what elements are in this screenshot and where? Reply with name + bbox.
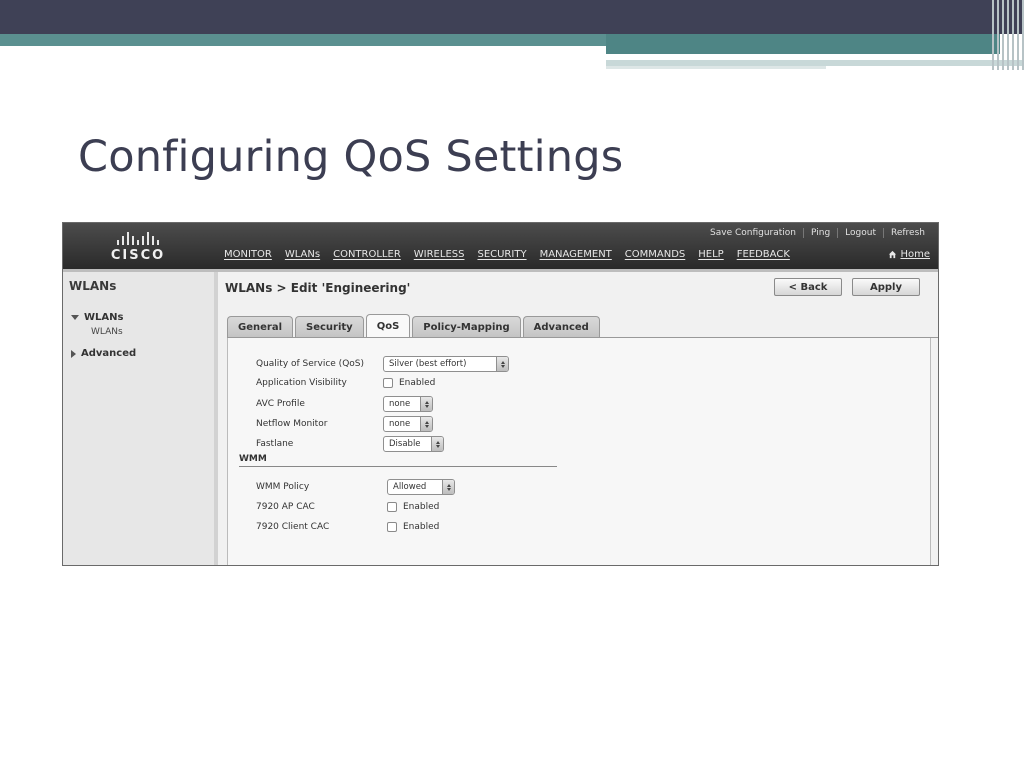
avc-profile-label: AVC Profile <box>256 399 305 409</box>
slide-top-band <box>0 0 1024 34</box>
slide: Configuring QoS Settings CISCO Save Conf… <box>0 0 1024 768</box>
home-link-label: Home <box>900 249 930 260</box>
avc-profile-row: AVC Profile none <box>256 396 433 412</box>
apply-button[interactable]: Apply <box>852 278 920 296</box>
slide-teal-band-right <box>606 34 1000 54</box>
nav-wlans[interactable]: WLANs <box>285 249 320 260</box>
slide-title: Configuring QoS Settings <box>78 132 624 182</box>
expand-down-icon <box>71 315 79 320</box>
slide-divider-line <box>606 56 948 58</box>
sidebar-item-wlans-label: WLANs <box>84 312 124 323</box>
wmm-policy-row: WMM Policy Allowed <box>256 479 455 495</box>
wmm-policy-label: WMM Policy <box>256 482 310 492</box>
home-link[interactable]: Home <box>888 249 930 260</box>
sidebar: WLANs WLANs WLANs Advanced <box>63 272 218 565</box>
wmm-divider <box>239 466 557 467</box>
ap-cac-label: 7920 AP CAC <box>256 502 315 512</box>
nav-feedback[interactable]: FEEDBACK <box>737 249 790 260</box>
cisco-logo-text: CISCO <box>110 248 166 263</box>
avc-profile-select[interactable]: none <box>383 396 433 412</box>
home-icon <box>889 250 897 259</box>
fastlane-label: Fastlane <box>256 439 294 449</box>
nav-monitor[interactable]: MONITOR <box>224 249 272 260</box>
client-cac-checkbox[interactable] <box>387 522 397 532</box>
save-configuration-link[interactable]: Save Configuration <box>703 228 803 238</box>
wmm-policy-select[interactable]: Allowed <box>387 479 455 495</box>
tab-bar: General Security QoS Policy-Mapping Adva… <box>227 314 600 337</box>
back-button[interactable]: < Back <box>774 278 842 296</box>
top-links: Save Configuration Ping Logout Refresh <box>703 228 932 238</box>
app-visibility-checkbox-label: Enabled <box>399 378 436 388</box>
sidebar-item-wlans[interactable]: WLANs <box>71 312 123 323</box>
slide-accent-line-2 <box>606 66 826 69</box>
logout-link[interactable]: Logout <box>837 228 883 238</box>
slide-teal-band <box>0 34 606 46</box>
ap-cac-checkbox[interactable] <box>387 502 397 512</box>
expand-right-icon <box>71 349 76 358</box>
tab-security[interactable]: Security <box>295 316 364 337</box>
ap-cac-checkbox-label: Enabled <box>403 502 440 512</box>
nav-wireless[interactable]: WIRELESS <box>414 249 465 260</box>
client-cac-row: 7920 Client CAC Enabled <box>256 522 439 532</box>
select-arrows-icon <box>420 397 432 411</box>
nav-controller[interactable]: CONTROLLER <box>333 249 401 260</box>
fastlane-select-value: Disable <box>389 439 421 449</box>
nav-help[interactable]: HELP <box>698 249 723 260</box>
select-arrows-icon <box>420 417 432 431</box>
netflow-monitor-select[interactable]: none <box>383 416 433 432</box>
qos-label: Quality of Service (QoS) <box>256 359 365 369</box>
qos-select[interactable]: Silver (best effort) <box>383 356 509 372</box>
qos-row: Quality of Service (QoS) Silver (best ef… <box>256 356 509 372</box>
main-nav: MONITOR WLANs CONTROLLER WIRELESS SECURI… <box>224 249 790 260</box>
app-visibility-row: Application Visibility Enabled <box>256 378 435 388</box>
app-header: CISCO Save Configuration Ping Logout Ref… <box>63 223 938 269</box>
main-content: WLANs > Edit 'Engineering' < Back Apply … <box>222 272 938 565</box>
ap-cac-row: 7920 AP CAC Enabled <box>256 502 439 512</box>
tab-qos[interactable]: QoS <box>365 314 411 337</box>
select-arrows-icon <box>442 480 454 494</box>
netflow-monitor-label: Netflow Monitor <box>256 419 328 429</box>
select-arrows-icon <box>431 437 443 451</box>
page-title: WLANs > Edit 'Engineering' <box>225 281 411 295</box>
app-visibility-label: Application Visibility <box>256 378 347 388</box>
client-cac-checkbox-label: Enabled <box>403 522 440 532</box>
nav-commands[interactable]: COMMANDS <box>625 249 685 260</box>
app-visibility-checkbox[interactable] <box>383 378 393 388</box>
tab-policy-mapping[interactable]: Policy-Mapping <box>412 316 521 337</box>
netflow-monitor-row: Netflow Monitor none <box>256 416 433 432</box>
refresh-link[interactable]: Refresh <box>883 228 932 238</box>
cisco-bars-icon <box>103 231 173 245</box>
fastlane-select[interactable]: Disable <box>383 436 444 452</box>
client-cac-label: 7920 Client CAC <box>256 522 330 532</box>
avc-profile-select-value: none <box>389 399 411 409</box>
cisco-logo: CISCO <box>103 231 173 263</box>
sidebar-item-advanced[interactable]: Advanced <box>71 348 136 359</box>
netflow-monitor-select-value: none <box>389 419 411 429</box>
ping-link[interactable]: Ping <box>803 228 837 238</box>
fastlane-row: Fastlane Disable <box>256 436 444 452</box>
sidebar-item-advanced-label: Advanced <box>81 348 137 359</box>
nav-security[interactable]: SECURITY <box>477 249 526 260</box>
nav-management[interactable]: MANAGEMENT <box>540 249 612 260</box>
sidebar-subitem-wlans[interactable]: WLANs <box>91 327 123 337</box>
wmm-section-title: WMM <box>239 454 267 464</box>
wmm-policy-select-value: Allowed <box>393 482 427 492</box>
slide-corner-stripes <box>992 0 1024 70</box>
qos-select-value: Silver (best effort) <box>389 359 467 369</box>
sidebar-title: WLANs <box>69 279 117 293</box>
tab-general[interactable]: General <box>227 316 293 337</box>
tab-advanced[interactable]: Advanced <box>522 316 600 337</box>
select-arrows-icon <box>496 357 508 371</box>
qos-panel: Quality of Service (QoS) Silver (best ef… <box>227 338 931 565</box>
wlc-screenshot: CISCO Save Configuration Ping Logout Ref… <box>62 222 939 566</box>
